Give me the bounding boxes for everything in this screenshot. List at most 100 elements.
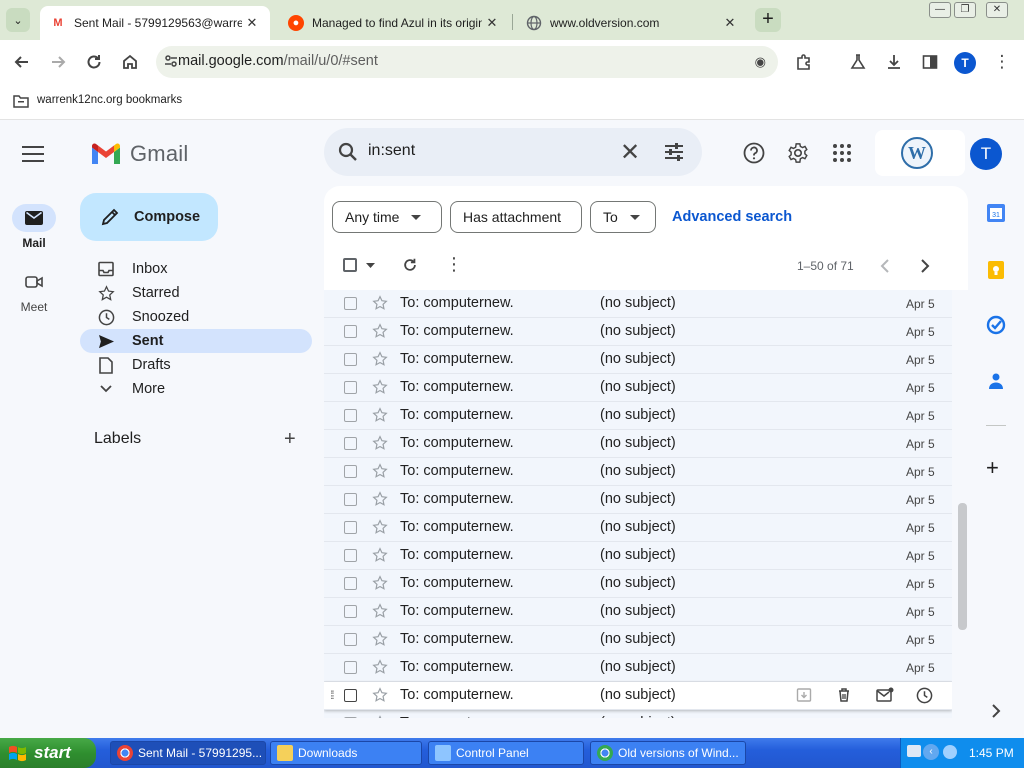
email-row[interactable]: To: computernew. (no subject) Apr 5 xyxy=(324,654,952,682)
browser-menu-icon[interactable]: ⋮ xyxy=(988,48,1016,76)
star-icon[interactable] xyxy=(372,715,388,718)
address-bar[interactable]: mail.google.com/mail/u/0/#sent ◉ xyxy=(156,46,778,78)
keyboard-icon[interactable] xyxy=(907,745,921,757)
new-tab-button[interactable]: + xyxy=(755,8,781,32)
email-row[interactable]: To: computernew. (no subject) Apr 5 xyxy=(324,430,952,458)
star-icon[interactable] xyxy=(372,351,388,367)
star-icon[interactable] xyxy=(372,575,388,591)
row-checkbox[interactable] xyxy=(344,381,357,394)
star-icon[interactable] xyxy=(372,435,388,451)
help-icon[interactable] xyxy=(742,141,766,165)
email-row[interactable]: To: computernew. (no subject) Apr 5 xyxy=(324,486,952,514)
next-page-icon[interactable] xyxy=(920,259,930,273)
row-checkbox[interactable] xyxy=(344,717,357,718)
nav-item-starred[interactable]: Starred xyxy=(80,281,312,305)
row-checkbox[interactable] xyxy=(344,521,357,534)
row-checkbox[interactable] xyxy=(344,297,357,310)
start-button[interactable]: start xyxy=(0,738,96,768)
tab-search-dropdown-icon[interactable]: ⌄ xyxy=(6,8,30,32)
row-checkbox[interactable] xyxy=(344,465,357,478)
star-icon[interactable] xyxy=(372,659,388,675)
star-icon[interactable] xyxy=(372,463,388,479)
row-checkbox[interactable] xyxy=(344,325,357,338)
row-checkbox[interactable] xyxy=(344,577,357,590)
archive-icon[interactable] xyxy=(796,687,812,707)
row-checkbox[interactable] xyxy=(344,661,357,674)
prev-page-icon[interactable] xyxy=(880,259,890,273)
delete-trash-icon[interactable] xyxy=(836,687,852,707)
row-checkbox[interactable] xyxy=(344,493,357,506)
snooze-clock-icon[interactable] xyxy=(916,687,933,708)
extensions-icon[interactable] xyxy=(790,48,818,76)
restore-icon[interactable]: ❐ xyxy=(954,2,976,18)
star-icon[interactable] xyxy=(372,379,388,395)
select-all-checkbox[interactable] xyxy=(343,258,357,272)
tab-close-icon[interactable]: ✕ xyxy=(242,15,262,31)
clear-search-icon[interactable]: ✕ xyxy=(620,138,640,167)
star-icon[interactable] xyxy=(372,603,388,619)
email-row[interactable]: ⁞⁞ To: computernew. (no subject) xyxy=(324,682,952,710)
tab-oldversion[interactable]: www.oldversion.com ✕ xyxy=(516,6,748,40)
row-checkbox[interactable] xyxy=(344,605,357,618)
filter-has-attachment[interactable]: Has attachment xyxy=(450,201,582,233)
reload-icon[interactable] xyxy=(80,48,108,76)
download-icon[interactable] xyxy=(880,48,908,76)
tab-close-icon[interactable]: ✕ xyxy=(482,15,502,31)
browser-profile-avatar[interactable]: T xyxy=(954,52,976,74)
taskbar-item-control-panel[interactable]: Control Panel xyxy=(428,741,584,765)
advanced-search-link[interactable]: Advanced search xyxy=(672,209,792,225)
tasks-icon[interactable] xyxy=(986,315,1006,335)
account-avatar[interactable]: T xyxy=(970,138,1002,170)
email-row[interactable]: To: computernew. (no subject) Apr 5 xyxy=(324,374,952,402)
tab-reddit[interactable]: ● Managed to find Azul in its original ✕ xyxy=(278,6,510,40)
add-label-icon[interactable]: + xyxy=(284,428,296,451)
row-checkbox[interactable] xyxy=(344,633,357,646)
apps-grid-icon[interactable] xyxy=(830,141,854,165)
email-row[interactable]: To: computernew. (no subject) Apr 5 xyxy=(324,710,952,718)
network-icon[interactable] xyxy=(943,745,957,759)
search-input[interactable]: in:sent xyxy=(368,142,415,160)
star-icon[interactable] xyxy=(372,519,388,535)
calendar-icon[interactable]: 31 xyxy=(986,203,1006,223)
email-row[interactable]: To: computernew. (no subject) Apr 5 xyxy=(324,542,952,570)
home-icon[interactable] xyxy=(116,48,144,76)
star-icon[interactable] xyxy=(372,295,388,311)
rail-item-mail[interactable]: Mail xyxy=(0,204,68,250)
star-icon[interactable] xyxy=(372,407,388,423)
search-icon[interactable] xyxy=(338,142,358,162)
list-scrollbar-thumb[interactable] xyxy=(958,503,967,630)
email-row[interactable]: To: computernew. (no subject) Apr 5 xyxy=(324,402,952,430)
email-row[interactable]: To: computernew. (no subject) Apr 5 xyxy=(324,290,952,318)
tab-close-icon[interactable]: ✕ xyxy=(720,15,740,31)
star-icon[interactable] xyxy=(372,687,388,703)
row-checkbox[interactable] xyxy=(344,689,357,702)
more-actions-icon[interactable]: ⋮ xyxy=(445,254,463,275)
minimize-icon[interactable]: — xyxy=(929,2,951,18)
email-row[interactable]: To: computernew. (no subject) Apr 5 xyxy=(324,626,952,654)
filter-to[interactable]: To xyxy=(590,201,656,233)
drag-handle-icon[interactable]: ⁞⁞ xyxy=(330,688,334,702)
select-dropdown-icon[interactable] xyxy=(366,263,375,269)
tab-sent-mail[interactable]: M Sent Mail - 5799129563@warrenk12 ✕ xyxy=(40,6,270,40)
tray-arrow-icon[interactable]: ‹ xyxy=(923,744,939,760)
site-info-icon[interactable] xyxy=(164,54,178,68)
compose-button[interactable]: Compose xyxy=(80,193,218,241)
row-checkbox[interactable] xyxy=(344,437,357,450)
star-icon[interactable] xyxy=(372,547,388,563)
get-addons-icon[interactable]: + xyxy=(986,455,999,481)
tracking-eye-icon[interactable]: ◉ xyxy=(755,54,766,70)
back-arrow-icon[interactable] xyxy=(8,48,36,76)
star-icon[interactable] xyxy=(372,323,388,339)
refresh-icon[interactable] xyxy=(402,257,418,273)
row-checkbox[interactable] xyxy=(344,353,357,366)
labs-flask-icon[interactable] xyxy=(844,48,872,76)
taskbar-item-sent-mail[interactable]: Sent Mail - 57991295... xyxy=(110,741,266,765)
email-row[interactable]: To: computernew. (no subject) Apr 5 xyxy=(324,458,952,486)
keep-icon[interactable] xyxy=(986,260,1006,280)
star-icon[interactable] xyxy=(372,631,388,647)
settings-gear-icon[interactable] xyxy=(786,141,810,165)
search-bar[interactable]: in:sent ✕ xyxy=(324,128,702,176)
email-row[interactable]: To: computernew. (no subject) Apr 5 xyxy=(324,570,952,598)
nav-item-drafts[interactable]: Drafts xyxy=(80,353,312,377)
email-row[interactable]: To: computernew. (no subject) Apr 5 xyxy=(324,318,952,346)
